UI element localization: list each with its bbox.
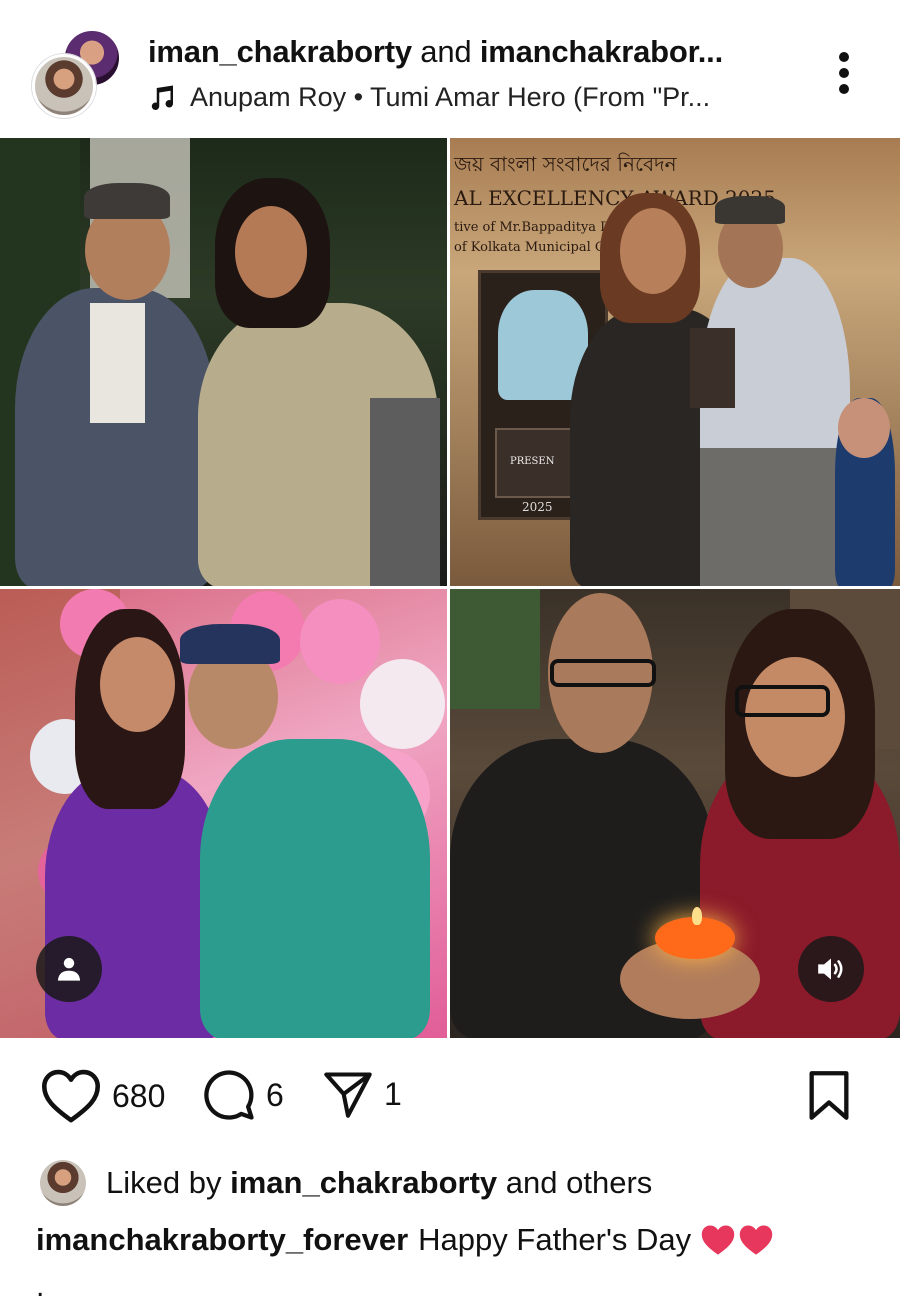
post-authors: iman_chakraborty and imanchakrabor... xyxy=(148,34,723,70)
red-heart-icon xyxy=(739,1225,773,1255)
share-count[interactable]: 1 xyxy=(384,1076,402,1113)
audio-track-label: Anupam Roy • Tumi Amar Hero (From "Pr... xyxy=(190,82,711,112)
audio-track[interactable]: Anupam Roy • Tumi Amar Hero (From "Pr... xyxy=(148,82,710,113)
trophy-text-1: PRESEN xyxy=(510,456,555,467)
comment-action[interactable]: 6 xyxy=(202,1068,284,1122)
post-caption: imanchakraborty_forever Happy Father's D… xyxy=(36,1222,775,1258)
like-count[interactable]: 680 xyxy=(112,1078,165,1115)
trophy-text-2: 2025 xyxy=(522,500,553,514)
liked-by-suffix[interactable]: and others xyxy=(506,1165,653,1200)
like-action[interactable]: 680 xyxy=(40,1068,165,1124)
banner-line-1: জয় বাংলা সংবাদের নিবেদন xyxy=(454,152,677,176)
photo-collage[interactable]: জয় বাংলা সংবাদের নিবেদন AL EXCELLENCY A… xyxy=(0,138,900,1038)
post-header: iman_chakraborty and imanchakrabor... An… xyxy=(0,0,900,138)
author-secondary[interactable]: imanchakrabor... xyxy=(480,34,723,69)
photo-tile-2[interactable]: জয় বাংলা সংবাদের নিবেদন AL EXCELLENCY A… xyxy=(450,138,900,586)
send-icon[interactable] xyxy=(322,1068,374,1120)
tag-people-button[interactable] xyxy=(36,936,102,1002)
author-primary[interactable]: iman_chakraborty xyxy=(148,34,412,69)
banner-line-3: tive of Mr.Bappaditya Da xyxy=(454,220,619,235)
post-actions: 680 6 1 xyxy=(0,1060,900,1140)
comment-icon[interactable] xyxy=(202,1068,256,1122)
speaker-icon xyxy=(818,958,843,980)
share-action[interactable]: 1 xyxy=(322,1068,402,1120)
caption-text: Happy Father's Day xyxy=(418,1222,692,1257)
mute-toggle-button[interactable] xyxy=(798,936,864,1002)
authors-connector: and xyxy=(420,34,472,69)
liked-by-user[interactable]: iman_chakraborty xyxy=(230,1165,497,1200)
liked-by-row[interactable]: Liked by iman_chakraborty and others xyxy=(40,1160,652,1206)
person-icon xyxy=(57,957,81,981)
caption-username[interactable]: imanchakraborty_forever xyxy=(36,1222,408,1258)
more-vertical-icon[interactable] xyxy=(832,48,856,98)
heart-icon[interactable] xyxy=(40,1068,102,1124)
liked-by-avatar xyxy=(40,1160,86,1206)
liked-by-prefix: Liked by xyxy=(106,1165,222,1200)
avatar-primary[interactable] xyxy=(32,54,96,118)
bookmark-icon[interactable] xyxy=(806,1070,852,1122)
red-heart-icon xyxy=(701,1225,735,1255)
caption-trailing-dot: . xyxy=(36,1270,45,1300)
photo-tile-1[interactable] xyxy=(0,138,447,586)
music-note-icon xyxy=(151,85,174,110)
collab-avatars[interactable] xyxy=(32,26,132,121)
comment-count[interactable]: 6 xyxy=(266,1077,284,1114)
caption-emoji xyxy=(699,1223,775,1257)
